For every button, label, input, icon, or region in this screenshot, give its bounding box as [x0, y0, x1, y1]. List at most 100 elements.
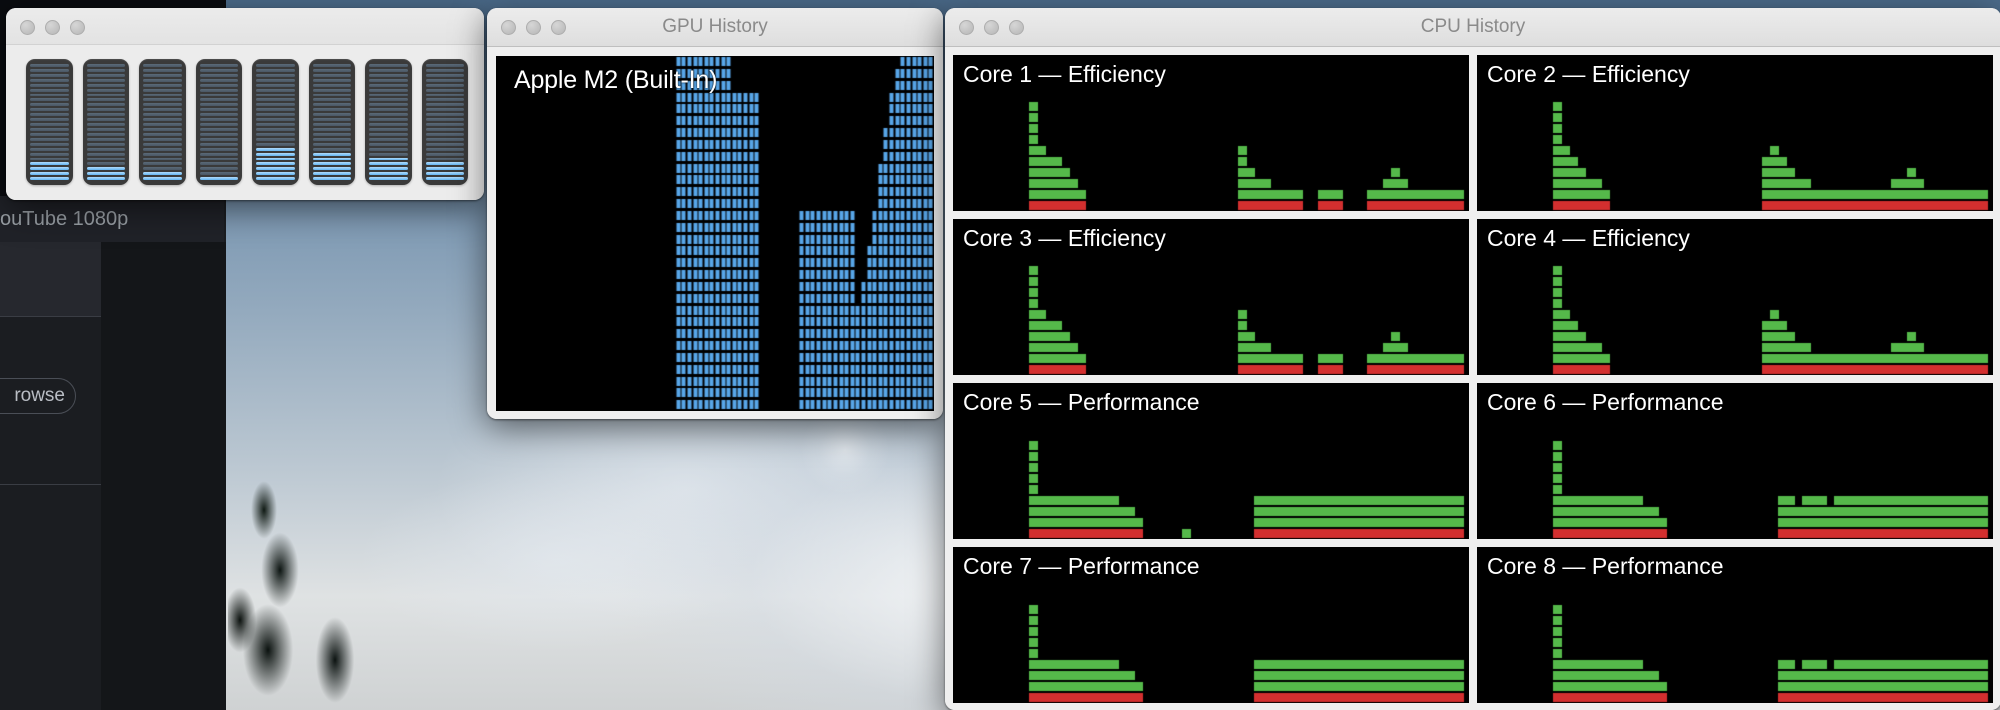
cpu-meter-segment: [256, 127, 295, 131]
cpu-meter-segment: [425, 142, 464, 146]
cpu-meter-segment: [30, 108, 69, 112]
cpu-meter-segment: [312, 127, 351, 131]
cpu-meter-segment: [256, 83, 295, 87]
cpu-core-cell-4: Core 4 — Efficiency: [1477, 219, 1993, 375]
cpu-meter-segment: [312, 167, 351, 171]
cpu-meter-segment: [199, 73, 238, 77]
cpu-meter-segment: [312, 78, 351, 82]
cpu-meter-segment: [86, 132, 125, 136]
cpu-meter-segment: [143, 177, 182, 181]
cpu-meter-segment: [199, 68, 238, 72]
cpu-meter-segment: [143, 103, 182, 107]
cpu-usage-window[interactable]: [6, 8, 484, 200]
cpu-meter-segment: [30, 142, 69, 146]
gpu-history-title: GPU History: [662, 16, 768, 37]
cpu-meter-segment: [425, 167, 464, 171]
cpu-meter-segment: [143, 172, 182, 176]
cpu-meter-segment: [312, 98, 351, 102]
zoom-icon[interactable]: [70, 19, 85, 35]
cpu-meter-segment: [30, 162, 69, 166]
cpu-core-label-4: Core 4 — Efficiency: [1487, 225, 1690, 251]
cpu-meter-segment: [86, 137, 125, 141]
cpu-core-label-2: Core 2 — Efficiency: [1487, 61, 1690, 87]
cpu-meter-segment: [86, 142, 125, 146]
cpu-meter-segment: [425, 103, 464, 107]
minimize-icon[interactable]: [45, 19, 60, 35]
cpu-meter-segment: [369, 98, 408, 102]
cpu-meter-segment: [30, 137, 69, 141]
cpu-meter-segment: [425, 162, 464, 166]
cpu-usage-meters: [6, 45, 484, 200]
background-app-browse-button[interactable]: rowse: [0, 378, 76, 414]
cpu-meter-segment: [143, 127, 182, 131]
cpu-meter-segment: [312, 177, 351, 181]
cpu-core-cell-1: Core 1 — Efficiency: [953, 55, 1469, 211]
cpu-meter-segment: [30, 177, 69, 181]
cpu-meter-segment: [256, 113, 295, 117]
cpu-meter-segment: [425, 118, 464, 122]
close-icon[interactable]: [20, 19, 35, 35]
cpu-meter-segment: [86, 162, 125, 166]
cpu-meter-segment: [30, 132, 69, 136]
cpu-meter-segment: [143, 118, 182, 122]
cpu-meter-segment: [425, 108, 464, 112]
gpu-history-window[interactable]: GPU History Apple M2 (Built-In): [487, 8, 943, 419]
cpu-meter-segment: [312, 103, 351, 107]
cpu-meter-segment: [30, 127, 69, 131]
cpu-meter-segment: [369, 137, 408, 141]
cpu-meter-segment: [256, 78, 295, 82]
cpu-meter-segment: [30, 98, 69, 102]
cpu-meter-segment: [30, 68, 69, 72]
cpu-meter-segment: [143, 167, 182, 171]
cpu-meter-segment: [312, 147, 351, 151]
cpu-meter-segment: [143, 73, 182, 77]
cpu-meter-segment: [143, 132, 182, 136]
cpu-meter-segment: [199, 88, 238, 92]
background-app-section-3: [0, 485, 101, 710]
cpu-meter-segment: [369, 78, 408, 82]
cpu-meter-segment: [30, 83, 69, 87]
cpu-meter-segment: [425, 98, 464, 102]
cpu-core-label-5: Core 5 — Performance: [963, 389, 1200, 415]
gpu-history-titlebar[interactable]: GPU History: [487, 8, 943, 47]
cpu-meter-segment: [369, 177, 408, 181]
cpu-history-titlebar[interactable]: CPU History: [945, 8, 2000, 47]
cpu-meter-segment: [425, 73, 464, 77]
background-app-title: ouTube 1080p: [0, 196, 224, 242]
cpu-meter-segment: [425, 152, 464, 156]
cpu-core-cell-5: Core 5 — Performance: [953, 383, 1469, 539]
cpu-meter-segment: [256, 157, 295, 161]
cpu-meter-segment: [312, 142, 351, 146]
background-app-window[interactable]: ouTube 1080p rowse: [0, 196, 226, 710]
cpu-meter-segment: [86, 103, 125, 107]
cpu-meter-segment: [30, 88, 69, 92]
cpu-core-label-3: Core 3 — Efficiency: [963, 225, 1166, 251]
cpu-meter-segment: [369, 162, 408, 166]
cpu-meter-segment: [143, 83, 182, 87]
cpu-meter-segment: [199, 157, 238, 161]
cpu-meter-segment: [369, 142, 408, 146]
gpu-history-body: Apple M2 (Built-In): [487, 47, 943, 419]
cpu-history-window[interactable]: CPU History Core 1 — Efficiency Core 2 — …: [945, 8, 2000, 710]
cpu-meter-segment: [425, 177, 464, 181]
cpu-meter-segment: [86, 167, 125, 171]
cpu-meter-segment: [199, 172, 238, 176]
cpu-meter-segment: [86, 88, 125, 92]
cpu-usage-titlebar[interactable]: [6, 8, 484, 45]
cpu-meter-segment: [86, 172, 125, 176]
cpu-meter-segment: [86, 147, 125, 151]
cpu-meter-segment: [86, 78, 125, 82]
cpu-meter-segment: [199, 132, 238, 136]
cpu-meter-segment: [256, 142, 295, 146]
cpu-meter-1: [26, 59, 73, 185]
cpu-meter-segment: [199, 127, 238, 131]
cpu-meter-segment: [369, 73, 408, 77]
gpu-history-canvas: [496, 56, 934, 411]
cpu-meter-segment: [256, 123, 295, 126]
cpu-core-label-1: Core 1 — Efficiency: [963, 61, 1166, 87]
cpu-meter-segment: [143, 137, 182, 141]
cpu-history-core-grid: Core 1 — Efficiency Core 2 — Efficiency Co…: [945, 47, 2000, 710]
cpu-meter-segment: [425, 93, 464, 97]
cpu-meter-segment: [30, 64, 69, 67]
cpu-meter-segment: [30, 103, 69, 107]
